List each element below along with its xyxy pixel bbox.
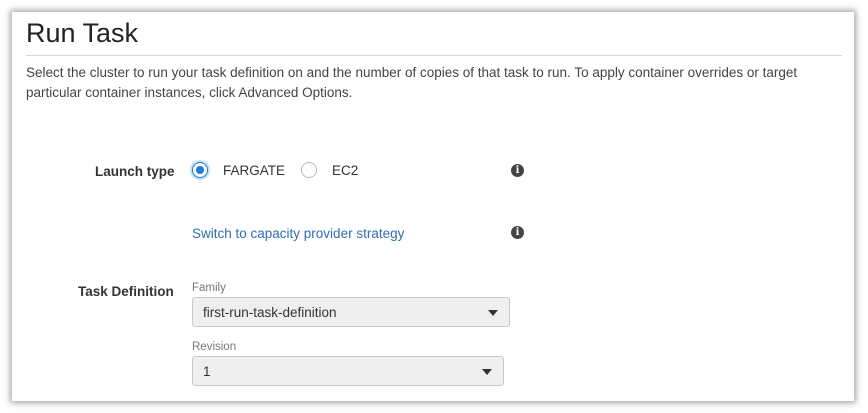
chevron-down-icon (482, 369, 492, 375)
run-task-panel: Run Task Select the cluster to run your … (12, 12, 854, 401)
ec2-radio-label[interactable]: EC2 (332, 163, 358, 178)
revision-select-value: 1 (203, 363, 211, 379)
launch-type-label: Launch type (95, 164, 175, 179)
page-description: Select the cluster to run your task defi… (26, 65, 798, 100)
family-caption: Family (192, 282, 226, 294)
title-divider (26, 55, 842, 56)
family-select-value: first-run-task-definition (203, 304, 337, 320)
capacity-provider-info-icon[interactable]: i (511, 226, 524, 239)
launch-type-radio-group: FARGATE EC2 (192, 162, 374, 178)
revision-caption: Revision (192, 341, 237, 353)
page-title: Run Task (26, 18, 139, 48)
fargate-radio[interactable] (192, 162, 208, 178)
fargate-radio-label[interactable]: FARGATE (223, 163, 285, 178)
task-definition-label: Task Definition (78, 284, 174, 299)
chevron-down-icon (488, 310, 498, 316)
ec2-radio[interactable] (301, 162, 318, 178)
family-select[interactable]: first-run-task-definition (192, 297, 510, 327)
launch-type-info-icon[interactable]: i (511, 164, 524, 177)
switch-capacity-provider-link[interactable]: Switch to capacity provider strategy (192, 226, 404, 241)
revision-select[interactable]: 1 (192, 356, 504, 386)
